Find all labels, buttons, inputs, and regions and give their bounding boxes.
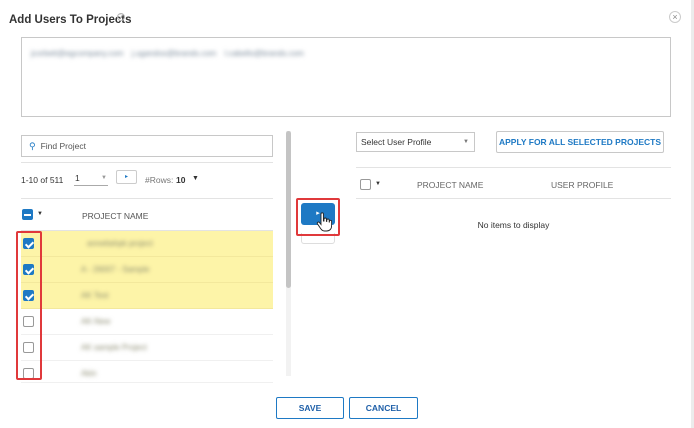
pager-count: 1-10 of 511 — [21, 175, 64, 185]
column-header-project-name: PROJECT NAME — [82, 211, 149, 221]
select-all-projects-checkbox[interactable] — [22, 209, 33, 220]
cancel-button[interactable]: CANCEL — [349, 397, 418, 419]
divider — [21, 198, 273, 199]
user-profile-value: Select User Profile — [361, 137, 432, 147]
chevron-down-icon: ▼ — [463, 139, 469, 145]
project-name: AK sample Project — [81, 343, 147, 352]
help-icon[interactable]: ? — [117, 13, 125, 21]
chevron-down-icon[interactable]: ▼ — [375, 181, 381, 187]
dialog-title: Add Users To Projects — [9, 14, 132, 26]
page-number-select[interactable]: 1 ▼ — [74, 171, 108, 186]
divider — [21, 162, 273, 163]
email-chip[interactable]: jcorbett@egcompany.com — [31, 49, 123, 58]
page-number-value: 1 — [75, 173, 80, 183]
apply-all-button[interactable]: APPLY FOR ALL SELECTED PROJECTS — [496, 131, 664, 153]
chevron-down-icon[interactable]: ▼ — [37, 211, 43, 217]
project-name: A - 26007 - Sample — [81, 265, 150, 274]
chevron-down-icon[interactable]: ▼ — [192, 175, 199, 182]
project-list: annettahpk project A - 26007 - Sample AK… — [21, 231, 273, 383]
project-name: Akin — [81, 369, 97, 378]
project-row[interactable]: AK sample Project — [21, 335, 273, 361]
search-icon: ⚲ — [29, 140, 36, 151]
user-emails-field[interactable]: jcorbett@egcompany.com j.ugandos@brands.… — [21, 37, 671, 117]
find-project-input[interactable]: ⚲ Find Project — [21, 135, 273, 157]
hand-pointer-icon — [316, 212, 332, 232]
rows-per-page-select[interactable]: 10 — [176, 175, 185, 185]
column-header-user-profile: USER PROFILE — [551, 180, 614, 190]
project-row[interactable]: Akin — [21, 361, 273, 383]
scrollbar-thumb[interactable] — [286, 131, 291, 288]
project-row[interactable]: AK Test — [21, 283, 273, 309]
project-row[interactable]: annettahpk project — [21, 231, 273, 257]
rows-label: #Rows: — [145, 175, 174, 185]
search-placeholder: Find Project — [40, 141, 86, 151]
select-all-assigned-checkbox[interactable] — [360, 179, 371, 190]
column-header-project-name: PROJECT NAME — [417, 180, 484, 190]
close-icon[interactable]: × — [669, 11, 681, 23]
checkbox-highlight-annotation — [16, 231, 42, 380]
user-profile-select[interactable]: Select User Profile ▼ — [356, 132, 475, 152]
project-name: annettahpk project — [87, 239, 153, 248]
project-name: AK-New — [81, 317, 111, 326]
email-chip[interactable]: j.ugandos@brands.com — [132, 49, 217, 58]
project-row[interactable]: AK-New — [21, 309, 273, 335]
add-users-dialog: Add Users To Projects ? × jcorbett@egcom… — [0, 0, 694, 428]
divider — [356, 167, 671, 168]
project-row[interactable]: A - 26007 - Sample — [21, 257, 273, 283]
email-chip[interactable]: l.cabello@brands.com — [225, 49, 304, 58]
next-page-button[interactable]: ▸ — [116, 170, 137, 184]
empty-state-message: No items to display — [477, 220, 550, 230]
chevron-down-icon: ▼ — [101, 175, 107, 181]
divider — [356, 198, 671, 199]
save-button[interactable]: SAVE — [276, 397, 344, 419]
project-name: AK Test — [81, 291, 109, 300]
